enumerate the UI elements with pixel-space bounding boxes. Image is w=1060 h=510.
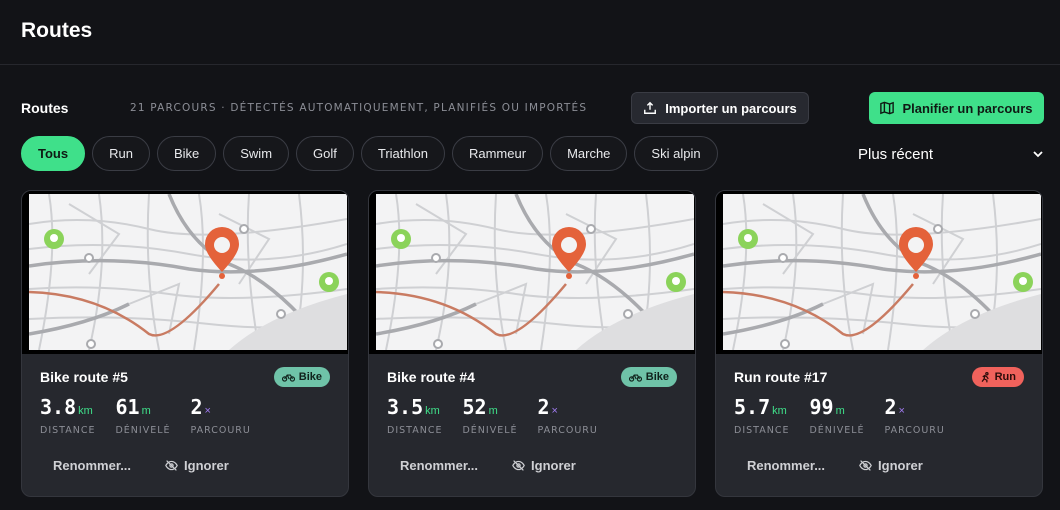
sort-select[interactable]: Plus récent [858, 144, 1044, 164]
section-title: Routes [21, 100, 69, 116]
top-bar: Routes [0, 0, 1060, 65]
sport-filter-bar: Tous Run Bike Swim Golf Triathlon Rammeu… [21, 136, 718, 171]
routes-unit: × [898, 405, 905, 417]
rename-button[interactable]: Renommer... [747, 458, 825, 473]
routes-label: PARCOURU [190, 425, 251, 436]
elevation-unit: m [835, 405, 845, 417]
sport-badge: Bike [273, 367, 330, 387]
ignore-button[interactable]: Ignorer [165, 458, 229, 473]
filter-chip-all[interactable]: Tous [21, 136, 86, 171]
routes-label: PARCOURU [884, 425, 945, 436]
rename-button[interactable]: Renommer... [400, 458, 478, 473]
route-stats: 3.5 km DISTANCE 52 m DÉNIVELÉ 2 × PARCOURU [387, 395, 618, 436]
plan-route-label: Planifier un parcours [902, 100, 1033, 116]
routes-value: 2 [537, 395, 550, 419]
filter-chip-rower[interactable]: Rammeur [451, 136, 544, 171]
upload-icon [644, 101, 657, 114]
filter-chip-run[interactable]: Run [92, 136, 150, 171]
routes-unit: × [551, 405, 558, 417]
route-title: Bike route #4 [387, 369, 475, 385]
section-subtitle: 21 PARCOURS · DÉTECTÉS AUTOMATIQUEMENT, … [130, 102, 588, 114]
route-card[interactable]: Bike route #5 Bike 3.8 km DISTANCE 61 m DÉNI… [21, 190, 349, 497]
runner-icon [981, 371, 989, 382]
distance-unit: km [772, 405, 787, 417]
route-stats: 5.7 km DISTANCE 99 m DÉNIVELÉ 2 × PARCOURU [734, 395, 965, 436]
bike-icon [628, 374, 642, 382]
elevation-value: 61 [115, 395, 140, 419]
routes-value: 2 [190, 395, 203, 419]
elevation-value: 99 [809, 395, 834, 419]
routes-unit: × [204, 405, 211, 417]
routes-label: PARCOURU [537, 425, 598, 436]
filter-chip-golf[interactable]: Golf [296, 136, 354, 171]
rename-button[interactable]: Renommer... [53, 458, 131, 473]
elevation-label: DÉNIVELÉ [115, 425, 171, 436]
route-card[interactable]: Run route #17 Run 5.7 km DISTANCE 99 m DÉNIV… [715, 190, 1043, 497]
eye-off-icon [165, 460, 178, 471]
route-map-thumbnail [22, 191, 348, 354]
sport-badge-label: Bike [298, 371, 322, 383]
route-card[interactable]: Bike route #4 Bike 3.5 km DISTANCE 52 m DÉNI… [368, 190, 696, 497]
sport-badge: Bike [620, 367, 677, 387]
ignore-label: Ignorer [531, 458, 576, 473]
distance-value: 3.8 [40, 395, 77, 419]
sport-badge-label: Bike [645, 371, 669, 383]
distance-value: 5.7 [734, 395, 771, 419]
distance-label: DISTANCE [40, 425, 96, 436]
route-title: Run route #17 [734, 369, 828, 385]
filter-chip-swim[interactable]: Swim [223, 136, 290, 171]
distance-value: 3.5 [387, 395, 424, 419]
sport-badge: Run [971, 367, 1024, 387]
page-title: Routes [21, 19, 93, 42]
ignore-button[interactable]: Ignorer [859, 458, 923, 473]
rename-label: Renommer... [400, 458, 479, 473]
sort-selected-value: Plus récent [858, 145, 934, 163]
chevron-down-icon [1033, 151, 1043, 158]
ignore-button[interactable]: Ignorer [512, 458, 576, 473]
route-map-thumbnail [716, 191, 1042, 354]
route-map-thumbnail [369, 191, 695, 354]
eye-off-icon [512, 460, 525, 471]
rename-label: Renommer... [747, 458, 826, 473]
distance-label: DISTANCE [387, 425, 443, 436]
route-stats: 3.8 km DISTANCE 61 m DÉNIVELÉ 2 × PARCOURU [40, 395, 271, 436]
distance-unit: km [425, 405, 440, 417]
routes-value: 2 [884, 395, 897, 419]
eye-off-icon [859, 460, 872, 471]
ignore-label: Ignorer [184, 458, 229, 473]
sport-badge-label: Run [994, 371, 1016, 383]
elevation-label: DÉNIVELÉ [462, 425, 518, 436]
elevation-value: 52 [462, 395, 487, 419]
bike-icon [281, 374, 295, 382]
route-title: Bike route #5 [40, 369, 128, 385]
import-route-label: Importer un parcours [665, 100, 797, 116]
import-route-button[interactable]: Importer un parcours [631, 92, 809, 124]
ignore-label: Ignorer [878, 458, 923, 473]
plan-route-button[interactable]: Planifier un parcours [869, 92, 1044, 124]
map-icon [880, 101, 895, 115]
filter-chip-walk[interactable]: Marche [550, 136, 628, 171]
elevation-label: DÉNIVELÉ [809, 425, 865, 436]
filter-chip-ski[interactable]: Ski alpin [634, 136, 718, 171]
distance-label: DISTANCE [734, 425, 790, 436]
filter-chip-bike[interactable]: Bike [156, 136, 217, 171]
rename-label: Renommer... [53, 458, 132, 473]
distance-unit: km [78, 405, 93, 417]
elevation-unit: m [488, 405, 498, 417]
filter-chip-triathlon[interactable]: Triathlon [360, 136, 445, 171]
elevation-unit: m [141, 405, 151, 417]
